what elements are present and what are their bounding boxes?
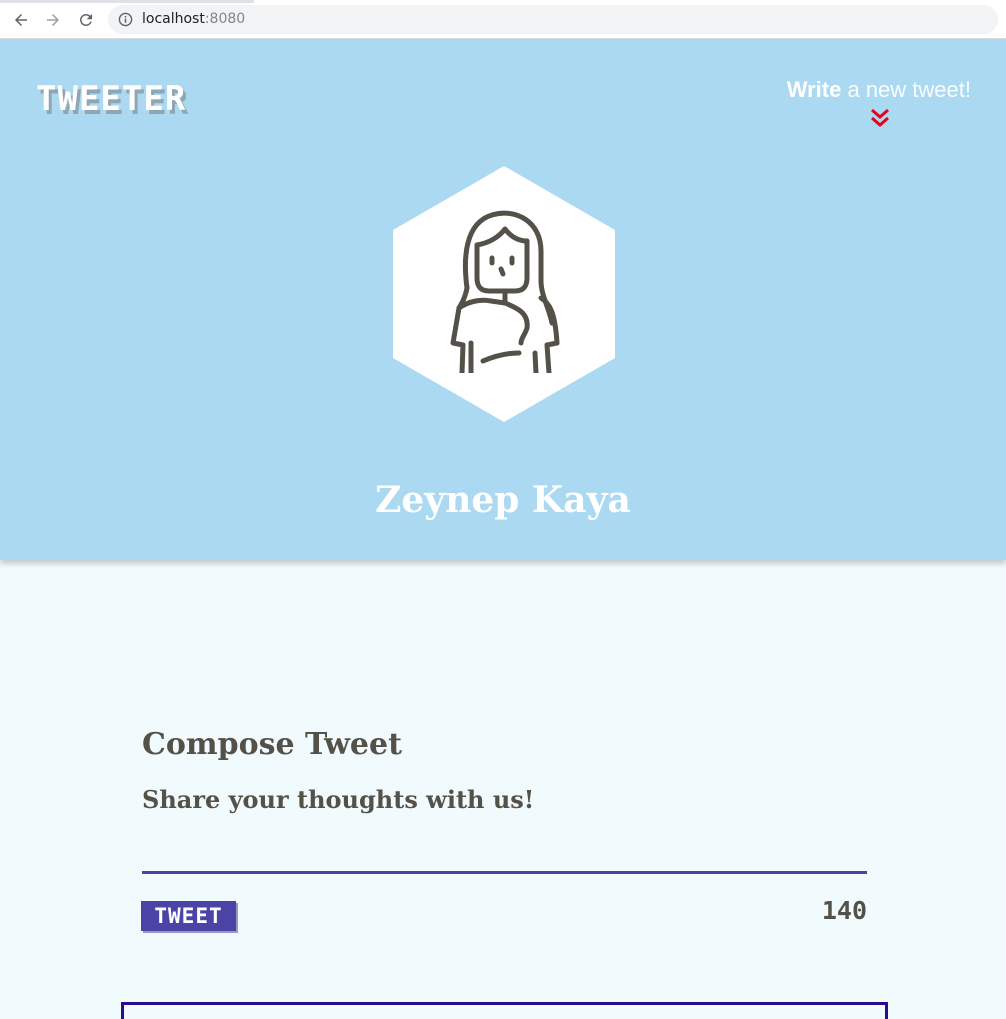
character-counter: 140 xyxy=(821,896,867,925)
reload-icon xyxy=(79,13,92,26)
double-chevron-down-icon[interactable] xyxy=(869,107,891,129)
tab-strip-edge xyxy=(0,0,254,3)
write-link-rest: a new tweet! xyxy=(841,77,971,102)
write-link-bold: Write xyxy=(786,77,842,102)
address-bar[interactable]: localhost:8080 xyxy=(108,5,998,34)
url-port: :8080 xyxy=(204,11,246,27)
back-arrow-icon xyxy=(15,14,27,26)
user-name-heading: Zeynep Kaya xyxy=(375,479,631,521)
profile-header: TWEETER Write a new tweet! Zeynep Kaya xyxy=(0,39,1006,560)
tweet-textarea[interactable] xyxy=(142,830,867,874)
reload-button[interactable] xyxy=(75,9,97,31)
compose-title: Compose Tweet xyxy=(142,727,402,762)
compose-subtitle: Share your thoughts with us! xyxy=(142,785,535,814)
tweet-card xyxy=(121,1002,888,1019)
write-tweet-link[interactable]: Write a new tweet! xyxy=(787,77,971,103)
info-icon[interactable] xyxy=(118,12,133,27)
back-button[interactable] xyxy=(10,9,32,31)
browser-toolbar: localhost:8080 xyxy=(0,0,1006,39)
app-logo[interactable]: TWEETER xyxy=(36,79,186,119)
url-text: localhost:8080 xyxy=(142,11,245,28)
forward-button[interactable] xyxy=(42,9,64,31)
forward-arrow-icon xyxy=(47,14,59,26)
tweet-submit-button[interactable]: TWEET xyxy=(141,901,236,931)
url-host: localhost xyxy=(142,11,205,27)
avatar-icon xyxy=(450,210,560,373)
